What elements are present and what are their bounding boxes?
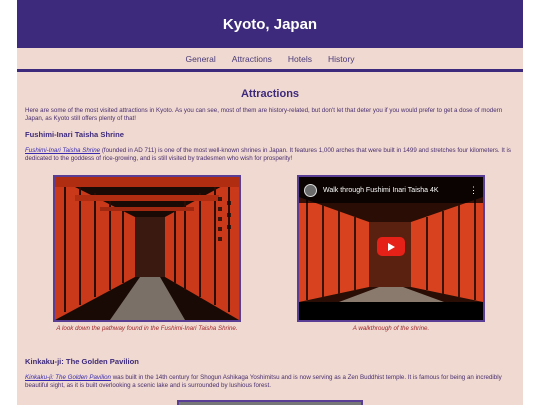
site-title: Kyoto, Japan [222,15,318,33]
video-caption: A walkthrough of the shrine. [352,325,430,332]
nav-history[interactable]: History [328,54,354,64]
video-embed[interactable]: Walk through Fushimi Inari Taisha 4K ⋮ [297,175,485,322]
nav-attractions[interactable]: Attractions [232,54,272,64]
channel-avatar[interactable] [304,183,317,197]
kinkaku-photo-partial [177,400,363,405]
more-vert-icon[interactable]: ⋮ [469,185,478,196]
play-button[interactable] [377,237,405,256]
section-title: Attractions [240,88,300,100]
video-title-bar: Walk through Fushimi Inari Taisha 4K ⋮ [299,177,483,203]
torii-pathway-image [55,177,239,320]
shrine-photo [53,175,241,322]
fushimi-description: Fushimi-Inari Taisha Shrine (founded in … [25,147,515,163]
nav-general[interactable]: General [186,54,216,64]
nav-bar: General Attractions Hotels History [17,48,523,72]
video-bottom-bar [299,302,483,320]
figures-row: A look down the pathway found in the Fus… [25,175,515,350]
intro-text: Here are some of the most visited attrac… [25,107,503,122]
video-title[interactable]: Walk through Fushimi Inari Taisha 4K [323,187,439,194]
site-header: Kyoto, Japan [17,0,523,48]
nav-hotels[interactable]: Hotels [288,54,312,64]
fushimi-link[interactable]: Fushimi-Inari Taisha Shrine [25,147,100,154]
shrine-figure: A look down the pathway found in the Fus… [53,175,241,332]
fushimi-heading: Fushimi-Inari Taisha Shrine [25,130,125,139]
kinkaku-heading: Kinkaku-ji: The Golden Pavilion [25,357,139,366]
video-figure: Walk through Fushimi Inari Taisha 4K ⋮ A… [297,175,485,332]
main-content: Attractions Here are some of the most vi… [17,88,523,390]
shrine-caption: A look down the pathway found in the Fus… [56,325,238,332]
play-icon [388,242,395,251]
kinkaku-description: Kinkaku-ji: The Golden Pavilion was buil… [25,374,515,390]
page: Kyoto, Japan General Attractions Hotels … [17,0,523,405]
kinkaku-link[interactable]: Kinkaku-ji: The Golden Pavilion [25,374,111,381]
